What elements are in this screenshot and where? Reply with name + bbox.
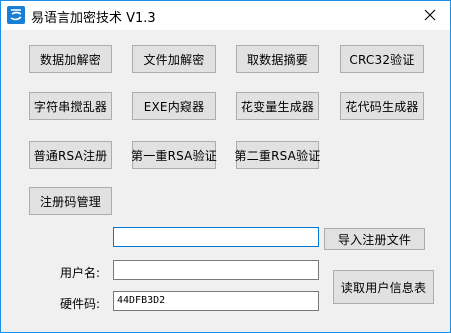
- string-scrambler-button[interactable]: 字符串搅乱器: [29, 92, 112, 120]
- rsa-verify-second-button[interactable]: 第二重RSA验证: [235, 141, 320, 169]
- junk-variable-generator-button[interactable]: 花变量生成器: [236, 92, 319, 120]
- close-icon: [424, 9, 436, 21]
- reg-file-path-input[interactable]: [113, 227, 319, 247]
- username-label: 用户名:: [60, 266, 101, 280]
- junk-code-generator-button[interactable]: 花代码生成器: [340, 92, 424, 120]
- client-area: 数据加解密 文件加解密 取数据摘要 CRC32验证 字符串搅乱器 EXE内窥器 …: [1, 30, 450, 332]
- exe-viewer-button[interactable]: EXE内窥器: [132, 92, 216, 120]
- data-digest-button[interactable]: 取数据摘要: [236, 45, 319, 73]
- data-encrypt-decrypt-button[interactable]: 数据加解密: [29, 45, 112, 73]
- title-bar[interactable]: 易语言加密技术 V1.3: [1, 1, 450, 30]
- import-reg-file-button[interactable]: 导入注册文件: [324, 228, 425, 250]
- window-title: 易语言加密技术 V1.3: [31, 11, 156, 26]
- read-user-info-button[interactable]: 读取用户信息表: [333, 270, 434, 304]
- close-button[interactable]: [410, 1, 450, 30]
- username-input[interactable]: [113, 260, 319, 280]
- reg-code-manage-button[interactable]: 注册码管理: [29, 187, 112, 215]
- crc32-verify-button[interactable]: CRC32验证: [340, 45, 424, 73]
- main-window: 易语言加密技术 V1.3 数据加解密 文件加解密 取数据摘要 CRC32验证 字…: [0, 0, 451, 333]
- file-encrypt-decrypt-button[interactable]: 文件加解密: [132, 45, 216, 73]
- app-logo-icon[interactable]: [7, 6, 25, 24]
- hardware-code-input[interactable]: 44DFB3D2: [113, 291, 319, 311]
- hardware-code-label: 硬件码:: [60, 297, 101, 311]
- rsa-verify-first-button[interactable]: 第一重RSA验证: [131, 141, 217, 169]
- rsa-register-button[interactable]: 普通RSA注册: [29, 141, 112, 169]
